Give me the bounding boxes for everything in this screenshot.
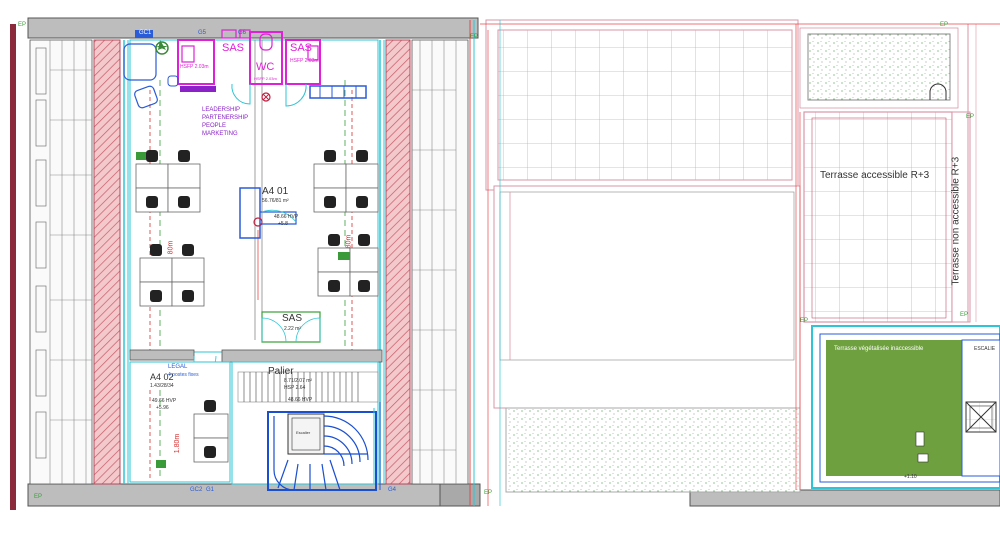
room-a402-label: A4 02 bbox=[150, 372, 174, 382]
room-sas-right-label: SAS bbox=[290, 42, 313, 54]
tag-ep-top-mid: EP bbox=[470, 34, 479, 40]
room-sas-mid-label: SAS bbox=[282, 313, 303, 324]
tag-g5: G5 bbox=[198, 30, 207, 36]
left-roof-zone bbox=[29, 39, 129, 485]
escalier-label: ESCALIE bbox=[974, 346, 996, 352]
room-palier-label: Palier bbox=[268, 366, 294, 377]
terrace-mid bbox=[493, 185, 801, 409]
room-sas-left-sub: HSFP 2.03m bbox=[180, 64, 209, 70]
tag-g6: G6 bbox=[238, 30, 247, 36]
tag-ep-right2: EP bbox=[960, 312, 969, 318]
room-palier-sub: 8.71/2.07 m² bbox=[284, 378, 313, 384]
terrace-accessible-label: Terrasse accessible R+3 bbox=[820, 170, 930, 181]
note-line-4: MARKETING bbox=[202, 131, 238, 137]
tag-ep-top-right: EP bbox=[940, 22, 949, 28]
room-sas-mid-sub: 2.22 m² bbox=[284, 326, 301, 332]
room-sas-left-label: SAS bbox=[222, 42, 245, 54]
level-code: +1.10 bbox=[904, 474, 917, 480]
tag-ep-right: EP bbox=[966, 114, 975, 120]
tag-g1: G1 bbox=[206, 487, 215, 493]
room-a401-hsp: 48.66 HVP bbox=[274, 214, 299, 220]
right-roof-zone bbox=[379, 20, 475, 506]
vegetal-roof-label: Terrasse végétalisée inaccessible bbox=[834, 346, 924, 352]
dim-left-lower: 1.80m bbox=[174, 433, 182, 454]
tag-gc1: GC1 bbox=[138, 30, 153, 36]
tag-ep-top-left: EP bbox=[18, 22, 27, 28]
tag-ep-bottom-mid: EP bbox=[484, 490, 493, 496]
floor-plan bbox=[10, 17, 1000, 510]
room-a402 bbox=[129, 361, 231, 483]
room-a401-label: A4 01 bbox=[262, 186, 289, 197]
terrace-right-top-green bbox=[799, 27, 959, 109]
terrace-non-accessible-label: Terrasse non accessible R+3 bbox=[950, 156, 962, 286]
note-line-2: PARTENERSHIP bbox=[202, 115, 249, 121]
room-wc-label: WC bbox=[256, 61, 275, 73]
room-palier-hsp: HSP 2.64 bbox=[284, 385, 306, 391]
room-wc-sub: HSFP 2.03m bbox=[254, 76, 277, 81]
room-sas-right-sub: HSFP 2.03m bbox=[290, 58, 319, 64]
terrace-top-tiles bbox=[485, 19, 799, 191]
terrace-bottom-green bbox=[505, 407, 801, 493]
tag-gc2: GC2 bbox=[190, 487, 203, 493]
room-a402-sub: 1.43/28/34 bbox=[150, 383, 174, 389]
note-line-3: PEOPLE bbox=[202, 123, 227, 129]
tag-ep-bottom-left: EP bbox=[34, 494, 43, 500]
room-a402-num: +5.96 bbox=[156, 405, 169, 411]
stair-label: Escalier bbox=[296, 430, 311, 435]
dim-right-upper: 80m bbox=[345, 234, 353, 249]
room-palier-extra: 48.66 HVP bbox=[288, 397, 313, 403]
room-a401-sub: 56.76/81 m² bbox=[262, 198, 289, 204]
room-a401-num: +5.8 bbox=[278, 221, 288, 227]
tag-g4: G4 bbox=[388, 487, 397, 493]
dim-left-upper: 80m bbox=[167, 240, 175, 255]
note-line-1: LEADERSHIP bbox=[202, 107, 241, 113]
tag-ep-green: EP bbox=[800, 318, 809, 324]
room-legal-label: LEGAL bbox=[168, 364, 188, 370]
team-notes: LEADERSHIP PARTENERSHIP PEOPLE MARKETING bbox=[202, 106, 248, 138]
room-a402-hsp: 49.66 HVP bbox=[152, 398, 177, 404]
